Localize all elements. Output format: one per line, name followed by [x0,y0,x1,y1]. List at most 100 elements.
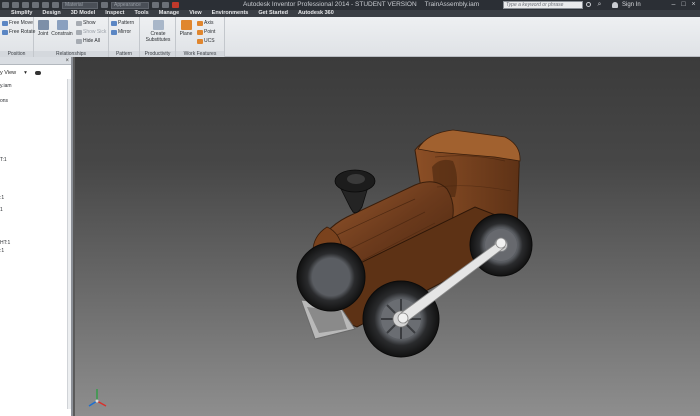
hide-all-label: Hide All [83,38,100,44]
ucs-button[interactable]: UCS [197,38,215,44]
tree-item[interactable]: ons [0,98,8,104]
tab-autodesk-360[interactable]: Autodesk 360 [293,10,339,17]
binoculars-icon[interactable] [34,71,41,75]
tab-design[interactable]: Design [37,10,65,17]
mirror-button[interactable]: Mirror [111,29,131,35]
point-label: Point [204,29,216,35]
maximize-icon[interactable]: □ [680,1,687,8]
pattern-icon [111,20,117,26]
view-select-label: y View [0,70,17,76]
tab-3d-model[interactable]: 3D Model [66,10,100,17]
train-model[interactable] [75,57,700,416]
material-combo[interactable]: Material [62,1,98,9]
create-substitutes-button[interactable]: Create Substitutes [143,20,173,43]
browser-scrollbar[interactable] [67,79,71,409]
search-icon[interactable] [586,2,591,7]
tree-item[interactable]: T:1 [0,157,7,163]
appearance-icon[interactable] [101,2,108,8]
tree-item[interactable]: HT:1 [0,240,10,246]
joint-icon [37,20,49,30]
relationships-group: Joint Constrain Show Show Sick Hide All … [34,17,109,57]
show-sick-button[interactable]: Show Sick [76,29,106,35]
point-button[interactable]: Point [197,29,215,35]
show-sick-label: Show Sick [83,29,107,35]
constrain-label: Constrain [51,31,73,37]
ucs-icon [197,38,203,44]
view-axis-indicator [88,389,107,407]
tree-item[interactable]: 1 [0,207,3,213]
show-sick-icon [76,29,82,35]
show-label: Show [83,20,96,26]
user-icon [612,2,618,8]
sign-in-link[interactable]: Sign In [622,1,641,9]
return-icon[interactable] [172,2,179,8]
work-features-group: Plane Axis Point UCS Work Features [176,17,225,57]
ribbon-panel: Free Move Free Rotate Position Joint Con… [0,17,700,57]
search-input[interactable]: Type a keyword or phrase [503,1,583,9]
graphics-viewport[interactable] [75,57,700,416]
pattern-label: Pattern [118,20,135,26]
tab-simplify[interactable]: Simplify [6,10,37,17]
axis-label: Axis [204,20,214,26]
constrain-icon [56,20,68,30]
plane-label: Plane [179,31,193,37]
tab-view[interactable]: View [184,10,206,17]
ucs-label: UCS [204,38,215,44]
close-icon[interactable]: × [690,1,697,8]
plane-icon [180,20,192,30]
tree-item[interactable]: :1 [0,248,4,254]
binoculars-icon[interactable]: ⌕ [596,1,603,8]
free-rotate-button[interactable]: Free Rotate [2,29,35,35]
tab-environments[interactable]: Environments [207,10,254,17]
mirror-icon [111,29,117,35]
tree-item[interactable]: y.iam [0,83,12,89]
hide-all-button[interactable]: Hide All [76,38,100,44]
mirror-label: Mirror [118,29,132,35]
undo-icon[interactable] [42,2,49,8]
open-icon[interactable] [22,2,29,8]
window-title: Autodesk Inventor Professional 2014 - ST… [243,1,479,9]
save-icon[interactable] [32,2,39,8]
title-bar: Material Appearance Autodesk Inventor Pr… [0,0,700,10]
joint-button[interactable]: Joint [36,20,50,38]
appearance-combo[interactable]: Appearance [111,1,149,9]
tree-item[interactable]: :1 [0,195,4,201]
axis-button[interactable]: Axis [197,20,213,26]
tab-manage[interactable]: Manage [154,10,184,17]
position-group: Free Move Free Rotate Position [0,17,35,57]
free-move-icon [2,20,8,26]
productivity-group: Create Substitutes Productivity [140,17,176,57]
file-name: TrainAssembly.iam [424,1,480,8]
browser-header: × [0,57,71,65]
app-menu-icon[interactable] [2,2,9,8]
new-icon[interactable] [12,2,19,8]
show-icon [76,20,82,26]
chevron-down-icon: ▾ [24,70,27,76]
minimize-icon[interactable]: – [670,1,677,8]
free-move-button[interactable]: Free Move [2,20,33,26]
quick-access-toolbar: Material Appearance [2,1,179,9]
browser-view-select[interactable]: y View ▾ [0,69,41,77]
ribbon-tabs: Simplify Design 3D Model Inspect Tools M… [0,10,700,17]
create-substitutes-label: Create Substitutes [145,31,171,43]
app-title: Autodesk Inventor Professional 2014 - ST… [243,1,417,8]
point-icon [197,29,203,35]
redo-icon[interactable] [52,2,59,8]
tab-tools[interactable]: Tools [129,10,153,17]
wheel-rear-left [296,242,366,312]
show-button[interactable]: Show [76,20,96,26]
pattern-group: Pattern Mirror Pattern [109,17,140,57]
free-rotate-icon [2,29,8,35]
free-move-label: Free Move [9,20,33,26]
tab-inspect[interactable]: Inspect [100,10,129,17]
hide-all-icon [76,38,82,44]
fx-icon[interactable] [162,2,169,8]
joint-label: Joint [37,31,49,37]
close-icon[interactable]: × [65,57,69,65]
constrain-button[interactable]: Constrain [51,20,73,38]
clear-icon[interactable] [152,2,159,8]
pattern-button[interactable]: Pattern [111,20,134,26]
create-substitutes-icon [152,20,164,30]
tab-get-started[interactable]: Get Started [253,10,293,17]
plane-button[interactable]: Plane [179,20,193,38]
